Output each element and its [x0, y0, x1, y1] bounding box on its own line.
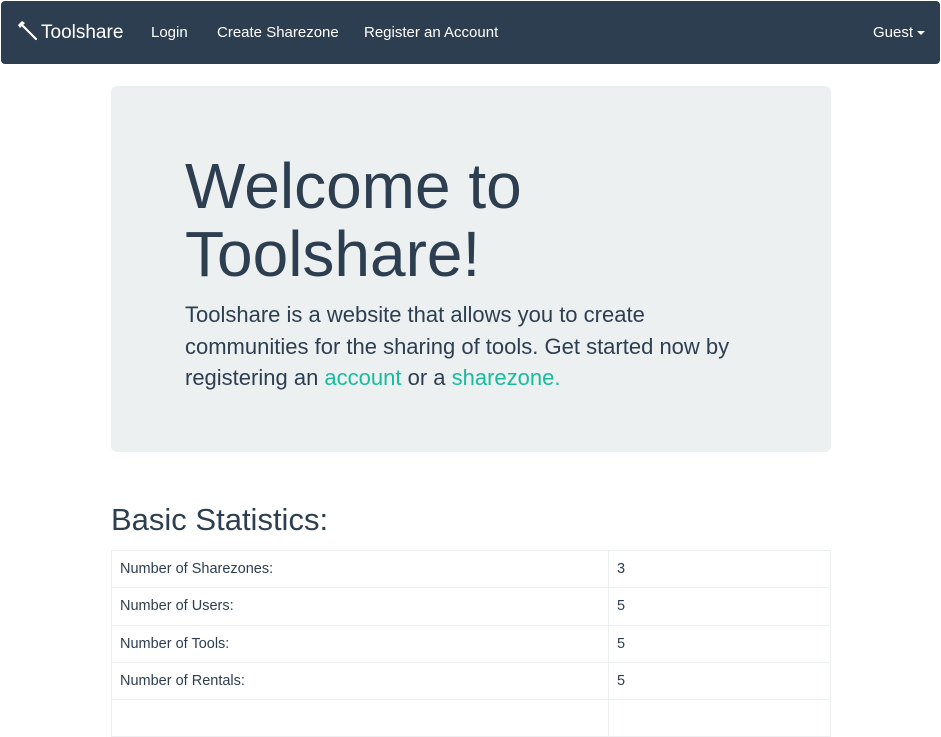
stat-value: 5 [608, 587, 831, 626]
user-menu-label: Guest [873, 24, 914, 41]
nav-register-link[interactable]: Register an Account [364, 1, 498, 64]
sharezone-link[interactable]: sharezone. [452, 365, 561, 390]
table-row: Number of Sharezones: 3 [111, 549, 831, 589]
hammer-icon [16, 19, 41, 47]
table-row: Number of Rentals: 5 [111, 661, 831, 701]
nav-login-link[interactable]: Login [151, 1, 188, 64]
stat-value [608, 699, 831, 737]
stats-heading: Basic Statistics: [111, 502, 329, 537]
table-row [111, 699, 831, 737]
stats-table: Number of Sharezones: 3 Number of Users:… [111, 549, 831, 737]
stat-label [111, 699, 609, 737]
table-row: Number of Users: 5 [111, 587, 831, 626]
stat-label: Number of Tools: [111, 624, 609, 663]
intro-text-middle: or a [401, 365, 452, 390]
account-link[interactable]: account [324, 365, 401, 390]
intro-text: Toolshare is a website that allows you t… [185, 299, 765, 394]
brand-label: Toolshare [41, 21, 124, 43]
page-title: Welcome to Toolshare! [185, 150, 522, 290]
stat-label: Number of Users: [111, 587, 609, 626]
jumbotron: Welcome to Toolshare! Toolshare is a web… [111, 86, 831, 452]
table-row: Number of Tools: 5 [111, 624, 831, 663]
stat-value: 3 [608, 549, 831, 589]
stat-value: 5 [608, 661, 831, 701]
stat-label: Number of Rentals: [111, 661, 609, 701]
caret-down-icon [917, 30, 926, 35]
brand-link[interactable]: Toolshare [16, 1, 123, 64]
user-menu-dropdown[interactable]: Guest [873, 1, 926, 64]
stat-label: Number of Sharezones: [111, 549, 609, 589]
nav-create-sharezone-link[interactable]: Create Sharezone [217, 1, 339, 64]
stat-value: 5 [608, 624, 831, 663]
navbar: Toolshare Login Create Sharezone Registe… [1, 1, 940, 64]
